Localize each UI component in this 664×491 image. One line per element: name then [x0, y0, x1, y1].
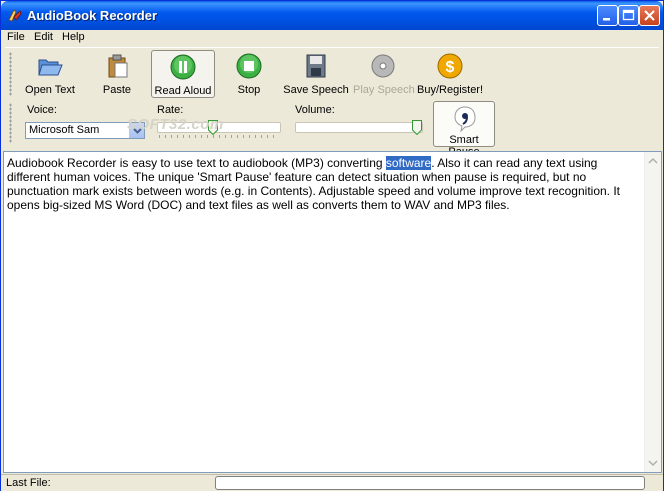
editor-vertical-scrollbar[interactable] — [644, 152, 661, 472]
menu-bar: File Edit Help — [1, 30, 663, 47]
maximize-button[interactable] — [618, 5, 639, 26]
voice-settings-bar: Voice: Microsoft Sam Rate: Volume: Smart… — [5, 99, 659, 158]
editor-selection: software — [385, 156, 432, 170]
smart-pause-button[interactable]: Smart Pause — [433, 101, 495, 158]
chevron-down-icon — [133, 128, 142, 134]
menu-file[interactable]: File — [7, 31, 25, 43]
minimize-icon — [603, 18, 610, 21]
read-aloud-button[interactable]: Read Aloud — [151, 50, 215, 98]
voice-select-value: Microsoft Sam — [29, 124, 100, 136]
read-aloud-label: Read Aloud — [154, 85, 212, 97]
play-circle-icon — [170, 54, 196, 80]
toolbar-grip[interactable] — [9, 52, 12, 96]
rate-slider-track — [157, 122, 281, 133]
open-text-button[interactable]: Open Text — [19, 50, 81, 98]
main-toolbar: Open Text Paste Read Aloud Stop Save Spe… — [5, 47, 659, 99]
app-logo-icon — [8, 9, 22, 22]
menu-edit[interactable]: Edit — [34, 31, 53, 43]
open-text-label: Open Text — [25, 84, 75, 96]
cd-disc-icon — [371, 54, 395, 78]
rate-slider[interactable] — [157, 120, 281, 138]
buy-register-label: Buy/Register! — [417, 84, 484, 96]
volume-slider[interactable] — [295, 120, 423, 138]
paste-clipboard-icon — [108, 54, 128, 78]
stop-circle-icon — [236, 53, 262, 79]
paste-label: Paste — [102, 84, 132, 96]
voice-select[interactable]: Microsoft Sam — [25, 122, 145, 139]
status-bar: Last File: — [1, 474, 663, 491]
scroll-up-icon[interactable] — [645, 153, 661, 169]
buy-register-button[interactable]: $ Buy/Register! — [417, 50, 483, 98]
close-icon — [644, 10, 655, 21]
stop-button[interactable]: Stop — [225, 50, 273, 98]
editor-content[interactable]: Audiobook Recorder is easy to use text t… — [7, 156, 637, 212]
last-file-field — [215, 476, 645, 490]
last-file-label: Last File: — [6, 477, 51, 489]
rate-slider-ticks — [159, 135, 279, 138]
comma-bubble-icon — [454, 106, 476, 133]
title-bar[interactable]: AudioBook Recorder — [1, 1, 663, 30]
paste-button[interactable]: Paste — [93, 50, 141, 98]
open-folder-icon — [38, 59, 63, 76]
window-title: AudioBook Recorder — [27, 8, 158, 23]
app-window: AudioBook Recorder File Edit Help Open T… — [0, 0, 664, 491]
svg-text:$: $ — [446, 59, 455, 76]
voice-label: Voice: — [27, 104, 57, 116]
play-speech-label: Play Speech — [353, 84, 415, 96]
play-speech-button[interactable]: Play Speech — [353, 50, 415, 98]
voice-dropdown-button[interactable] — [129, 123, 144, 138]
maximize-icon — [622, 9, 635, 21]
save-speech-button[interactable]: Save Speech — [283, 50, 349, 98]
rate-label: Rate: — [157, 104, 184, 116]
floppy-disk-icon — [306, 54, 326, 78]
settings-grip[interactable] — [9, 103, 12, 143]
volume-slider-track — [295, 122, 423, 133]
rate-slider-thumb[interactable] — [208, 120, 218, 135]
scroll-down-icon[interactable] — [645, 455, 661, 471]
menu-help[interactable]: Help — [62, 31, 85, 43]
volume-slider-thumb[interactable] — [412, 120, 422, 135]
stop-label: Stop — [237, 84, 261, 96]
minimize-button[interactable] — [597, 5, 618, 26]
close-button[interactable] — [639, 5, 660, 26]
save-speech-label: Save Speech — [283, 84, 349, 96]
text-editor[interactable]: Audiobook Recorder is easy to use text t… — [3, 151, 662, 473]
editor-text-before: Audiobook Recorder is easy to use text t… — [7, 156, 386, 170]
dollar-coin-icon: $ — [437, 53, 463, 79]
volume-label: Volume: — [295, 104, 335, 116]
